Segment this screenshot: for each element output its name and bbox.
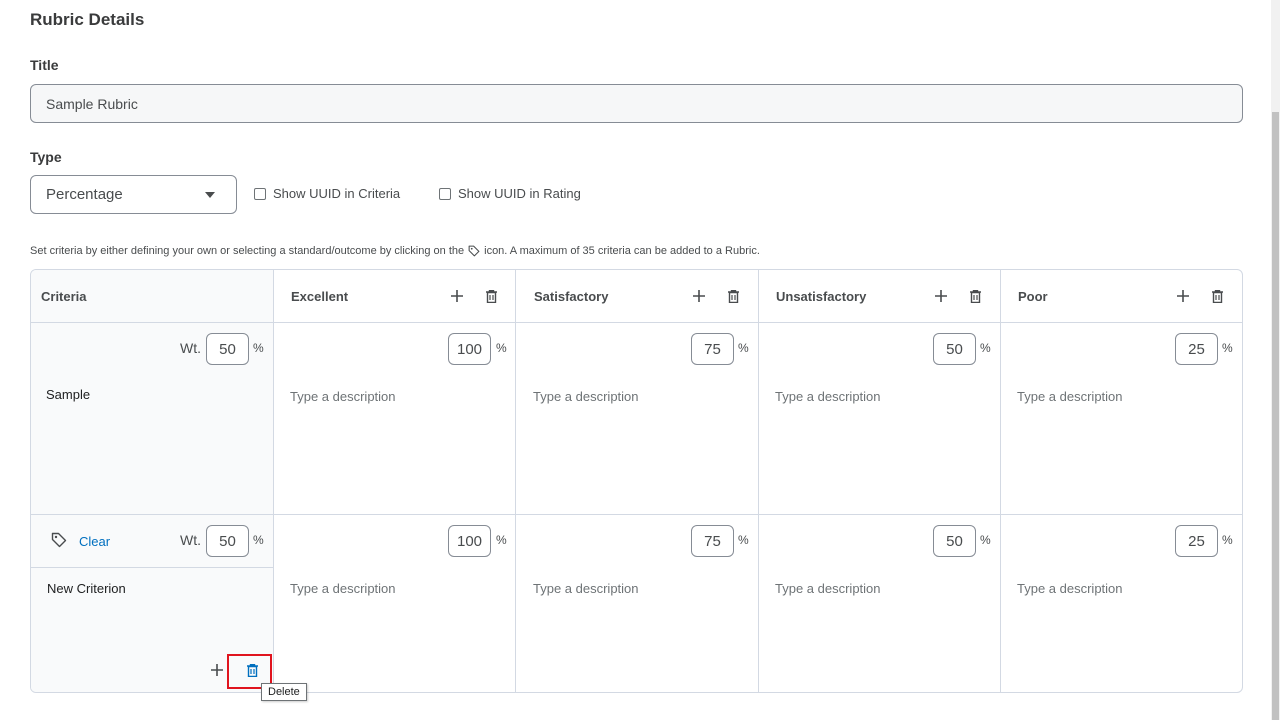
checkbox-box[interactable] <box>439 187 451 200</box>
add-level-icon[interactable] <box>1172 285 1194 307</box>
chevron-down-icon <box>205 191 215 198</box>
tag-icon <box>468 245 480 257</box>
show-uuid-rating-checkbox[interactable]: Show UUID in Rating <box>439 186 581 201</box>
level-description-input[interactable]: Type a description <box>533 389 639 404</box>
delete-level-icon[interactable] <box>722 285 744 307</box>
level-description-input[interactable]: Type a description <box>533 581 639 596</box>
helper-text-part2: icon. A maximum of 35 criteria can be ad… <box>484 245 760 257</box>
percent-sign: % <box>738 533 749 547</box>
level-header-satisfactory: Satisfactory <box>534 288 609 304</box>
level-percent-input[interactable]: 75 <box>691 333 734 365</box>
criteria-helper-text: Set criteria by either defining your own… <box>30 245 760 257</box>
level-percent-input[interactable]: 100 <box>448 525 491 557</box>
percent-sign: % <box>253 341 264 355</box>
weight-label: Wt. <box>180 340 201 356</box>
criterion-weight-input[interactable]: 50 <box>206 333 249 365</box>
title-input[interactable] <box>30 84 1243 123</box>
delete-tooltip: Delete <box>261 683 307 701</box>
level-percent-input[interactable]: 25 <box>1175 333 1218 365</box>
criterion-name[interactable]: New Criterion <box>47 581 126 596</box>
add-level-icon[interactable] <box>930 285 952 307</box>
show-uuid-criteria-checkbox[interactable]: Show UUID in Criteria <box>254 186 400 201</box>
scrollbar-thumb[interactable] <box>1272 112 1279 720</box>
level-header-poor: Poor <box>1018 288 1048 304</box>
level-percent-input[interactable]: 50 <box>933 525 976 557</box>
level-description-input[interactable]: Type a description <box>775 581 881 596</box>
level-header-excellent: Excellent <box>291 288 349 304</box>
criterion-weight-input[interactable]: 50 <box>206 525 249 557</box>
level-description-input[interactable]: Type a description <box>290 389 396 404</box>
criteria-header: Criteria <box>41 288 87 304</box>
add-level-icon[interactable] <box>688 285 710 307</box>
percent-sign: % <box>253 533 264 547</box>
checkbox-label: Show UUID in Criteria <box>273 186 401 201</box>
level-header-unsatisfactory: Unsatisfactory <box>776 288 867 304</box>
percent-sign: % <box>496 341 507 355</box>
weight-label: Wt. <box>180 532 201 548</box>
level-percent-input[interactable]: 50 <box>933 333 976 365</box>
add-level-icon[interactable] <box>446 285 468 307</box>
level-percent-input[interactable]: 25 <box>1175 525 1218 557</box>
level-description-input[interactable]: Type a description <box>775 389 881 404</box>
level-percent-input[interactable]: 75 <box>691 525 734 557</box>
percent-sign: % <box>980 533 991 547</box>
level-description-input[interactable]: Type a description <box>1017 581 1123 596</box>
percent-sign: % <box>1222 533 1233 547</box>
level-description-input[interactable]: Type a description <box>290 581 396 596</box>
type-select[interactable]: Percentage <box>30 175 237 214</box>
type-selected-value: Percentage <box>46 186 123 203</box>
checkbox-box[interactable] <box>254 187 266 200</box>
helper-text-part1: Set criteria by either defining your own… <box>30 245 465 257</box>
tag-icon[interactable] <box>48 529 70 551</box>
add-criterion-icon[interactable] <box>206 659 228 681</box>
criterion-name[interactable]: Sample <box>46 387 90 402</box>
delete-level-icon[interactable] <box>964 285 986 307</box>
checkbox-label: Show UUID in Rating <box>458 186 581 201</box>
delete-level-icon[interactable] <box>480 285 502 307</box>
type-label: Type <box>30 149 62 165</box>
rubric-grid: Criteria Excellent Satisfactory Unsatisf… <box>30 269 1243 693</box>
scrollbar[interactable] <box>1271 0 1280 720</box>
delete-level-icon[interactable] <box>1206 285 1228 307</box>
percent-sign: % <box>1222 341 1233 355</box>
clear-link[interactable]: Clear <box>79 534 110 549</box>
level-description-input[interactable]: Type a description <box>1017 389 1123 404</box>
title-label: Title <box>30 57 59 73</box>
section-title: Rubric Details <box>30 10 145 29</box>
percent-sign: % <box>980 341 991 355</box>
percent-sign: % <box>496 533 507 547</box>
percent-sign: % <box>738 341 749 355</box>
level-percent-input[interactable]: 100 <box>448 333 491 365</box>
